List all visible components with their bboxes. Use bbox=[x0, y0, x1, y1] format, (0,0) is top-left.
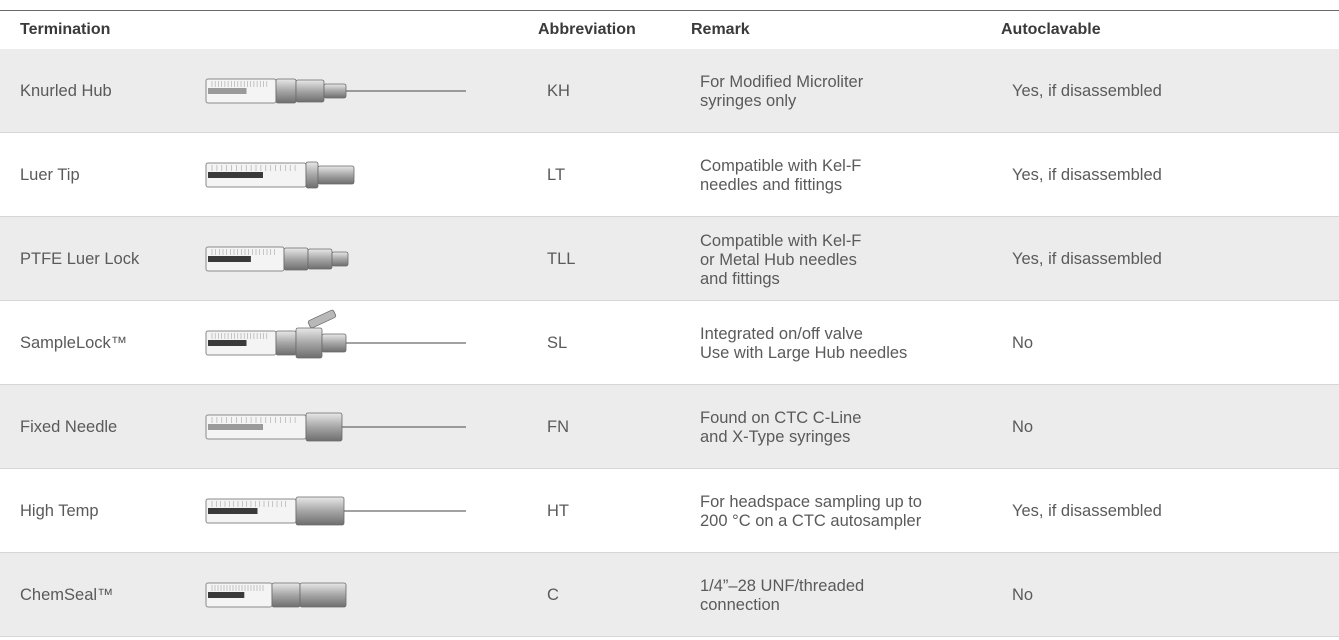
remark-cell: Found on CTC C-Line and X-Type syringes bbox=[700, 409, 861, 447]
table-header: Termination Abbreviation Remark Autoclav… bbox=[0, 11, 1339, 50]
autoclavable-cell: Yes, if disassembled bbox=[1012, 250, 1162, 268]
ptfe-luer-lock-syringe-icon bbox=[204, 219, 468, 299]
remark-line: connection bbox=[700, 596, 780, 614]
autoclavable-cell: Yes, if disassembled bbox=[1012, 82, 1162, 100]
knurled-hub-syringe-icon bbox=[204, 51, 468, 131]
remark-line: Use with Large Hub needles bbox=[700, 344, 908, 362]
remark-cell: Integrated on/off valve Use with Large Hu… bbox=[700, 325, 907, 363]
remark-cell: For headspace sampling up to 200 °C on a … bbox=[700, 493, 922, 531]
remark-cell: 1/4”–28 UNF/threaded connection bbox=[700, 577, 864, 615]
remark-line: or Metal Hub needles bbox=[700, 250, 857, 269]
termination-cell: PTFE Luer Lock bbox=[20, 250, 140, 268]
termination-cell: Fixed Needle bbox=[20, 418, 118, 436]
termination-cell: High Temp bbox=[20, 502, 99, 520]
abbreviation-cell: TLL bbox=[547, 250, 576, 268]
abbreviation-cell: KH bbox=[547, 82, 570, 100]
chemseal-syringe-icon bbox=[204, 555, 468, 635]
abbreviation-cell: LT bbox=[547, 166, 566, 184]
header-remark: Remark bbox=[691, 21, 750, 38]
remark-line: Integrated on/off valve bbox=[700, 325, 863, 343]
termination-cell: SampleLock™ bbox=[20, 334, 128, 352]
autoclavable-cell: No bbox=[1012, 418, 1034, 436]
table-row: PTFE Luer Lock TLL Compatible with Kel-F or… bbox=[0, 217, 1339, 301]
remark-line: needles and fittings bbox=[700, 176, 843, 194]
remark-line: Found on CTC C-Line bbox=[700, 409, 862, 427]
header-termination: Termination bbox=[20, 21, 111, 38]
remark-line: For headspace sampling up to bbox=[700, 493, 922, 511]
remark-line: 200 °C on a CTC autosampler bbox=[700, 512, 922, 530]
abbreviation-cell: SL bbox=[547, 334, 568, 352]
remark-line: and fittings bbox=[700, 269, 780, 288]
autoclavable-cell: Yes, if disassembled bbox=[1012, 166, 1162, 184]
table-row: Luer Tip LT Compatible with Kel-F needles a… bbox=[0, 133, 1339, 217]
remark-line: For Modified Microliter bbox=[700, 73, 864, 91]
header-autoclavable: Autoclavable bbox=[1001, 21, 1101, 38]
autoclavable-cell: Yes, if disassembled bbox=[1012, 502, 1162, 520]
termination-table: Termination Abbreviation Remark Autoclav… bbox=[0, 0, 1339, 637]
remark-cell: Compatible with Kel-F or Metal Hub needle… bbox=[700, 232, 861, 289]
remark-line: 1/4”–28 UNF/threaded bbox=[700, 577, 865, 595]
remark-line: and X-Type syringes bbox=[700, 428, 851, 446]
table-row: ChemSeal™ C 1/4”–28 UNF/threaded connection… bbox=[0, 553, 1339, 637]
termination-cell: Luer Tip bbox=[20, 166, 80, 184]
remark-line: syringes only bbox=[700, 92, 797, 110]
remark-line: Compatible with Kel-F bbox=[700, 231, 862, 250]
remark-cell: For Modified Microliter syringes only bbox=[700, 73, 863, 111]
termination-cell: Knurled Hub bbox=[20, 82, 112, 100]
fixed-needle-syringe-icon bbox=[204, 387, 468, 467]
samplelock-syringe-icon bbox=[204, 303, 468, 383]
abbreviation-cell: C bbox=[547, 586, 559, 604]
autoclavable-cell: No bbox=[1012, 334, 1034, 352]
luer-tip-syringe-icon bbox=[204, 135, 468, 215]
table-row: Fixed Needle FN Found on CTC C-Line and X-T… bbox=[0, 385, 1339, 469]
remark-line: Compatible with Kel-F bbox=[700, 157, 862, 175]
remark-cell: Compatible with Kel-F needles and fitting… bbox=[700, 157, 861, 195]
table-row: Knurled Hub KH For Modified Microliter syri… bbox=[0, 49, 1339, 133]
table-row: SampleLock™ SL Integrated on/off valve Use … bbox=[0, 301, 1339, 385]
high-temp-syringe-icon bbox=[204, 471, 468, 551]
abbreviation-cell: HT bbox=[547, 502, 569, 520]
autoclavable-cell: No bbox=[1012, 586, 1034, 604]
header-abbreviation: Abbreviation bbox=[538, 21, 636, 38]
termination-cell: ChemSeal™ bbox=[20, 586, 114, 604]
table-row: High Temp HT For headspace sampling up to 2… bbox=[0, 469, 1339, 553]
abbreviation-cell: FN bbox=[547, 418, 569, 436]
